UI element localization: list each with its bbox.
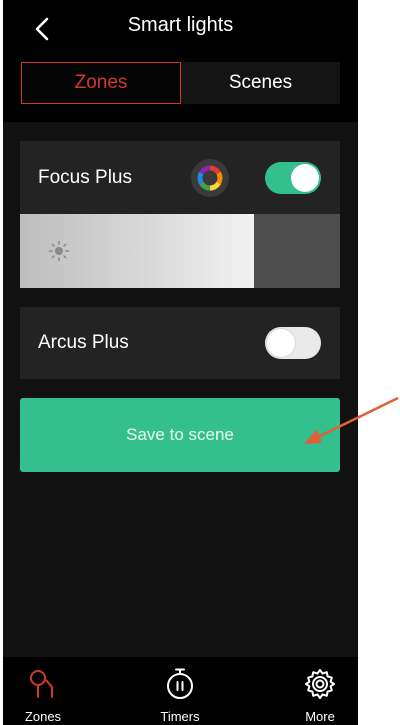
focus-plus-power-toggle[interactable] (265, 162, 321, 194)
toggle-knob (267, 329, 295, 357)
top-bar: Smart lights Zones Scenes (3, 0, 358, 122)
arcus-plus-power-toggle[interactable] (265, 327, 321, 359)
brightness-slider[interactable] (20, 214, 340, 288)
page-title: Smart lights (127, 14, 234, 36)
light-card-focus-plus: Focus Plus (20, 141, 340, 214)
sun-icon (48, 240, 70, 262)
bottom-tab-zones[interactable]: Zones (3, 657, 83, 725)
bottom-tab-timers[interactable]: Timers (140, 657, 220, 725)
timer-icon (167, 668, 193, 699)
gear-icon (305, 669, 335, 699)
save-to-scene-button[interactable]: Save to scene (20, 398, 340, 472)
bottom-tab-more[interactable]: More (280, 657, 358, 725)
light-name: Focus Plus (38, 167, 132, 188)
color-wheel-icon (197, 165, 223, 191)
toggle-knob (291, 164, 319, 192)
light-card-arcus-plus: Arcus Plus (20, 307, 340, 379)
color-picker-button[interactable] (191, 159, 229, 197)
tab-label: Timers (160, 709, 200, 724)
zones-icon (30, 670, 53, 698)
tab-zones[interactable]: Zones (21, 62, 181, 104)
tab-label: More (305, 709, 335, 724)
app-screen: Smart lights Zones Scenes Focus Plus Arc… (3, 0, 358, 725)
light-name: Arcus Plus (38, 332, 129, 353)
bottom-tab-bar: Zones Timers More (3, 657, 358, 725)
tab-scenes[interactable]: Scenes (181, 62, 340, 104)
tab-label: Zones (24, 709, 62, 724)
